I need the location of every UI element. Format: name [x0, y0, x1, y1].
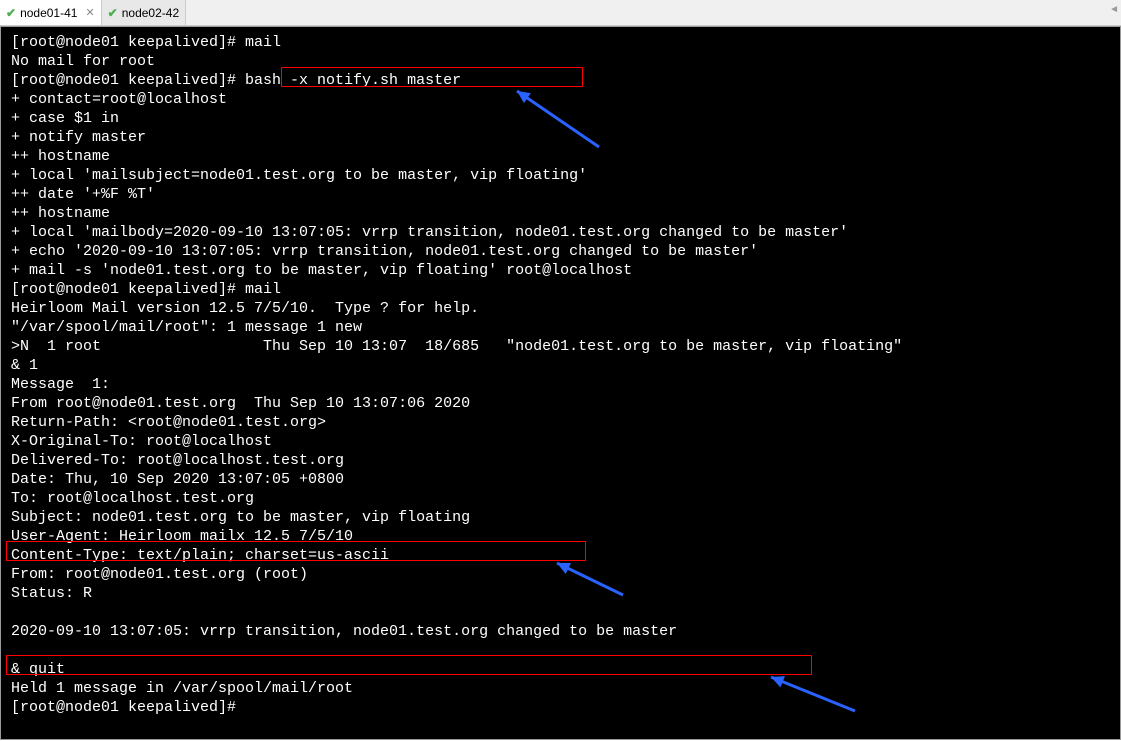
check-icon: ✔: [108, 6, 118, 20]
tab-label: node01-41: [20, 6, 77, 20]
terminal[interactable]: [root@node01 keepalived]# mail No mail f…: [0, 26, 1121, 740]
close-icon[interactable]: ✕: [85, 6, 94, 19]
tab-node01-41[interactable]: ✔ node01-41 ✕: [0, 0, 102, 25]
tab-bar: ✔ node01-41 ✕ ✔ node02-42 ◄: [0, 0, 1121, 26]
tab-node02-42[interactable]: ✔ node02-42: [102, 0, 186, 25]
terminal-output: [root@node01 keepalived]# mail No mail f…: [11, 33, 1110, 717]
tab-label: node02-42: [122, 6, 179, 20]
tab-scroll-left[interactable]: ◄: [1109, 4, 1119, 15]
check-icon: ✔: [6, 6, 16, 20]
